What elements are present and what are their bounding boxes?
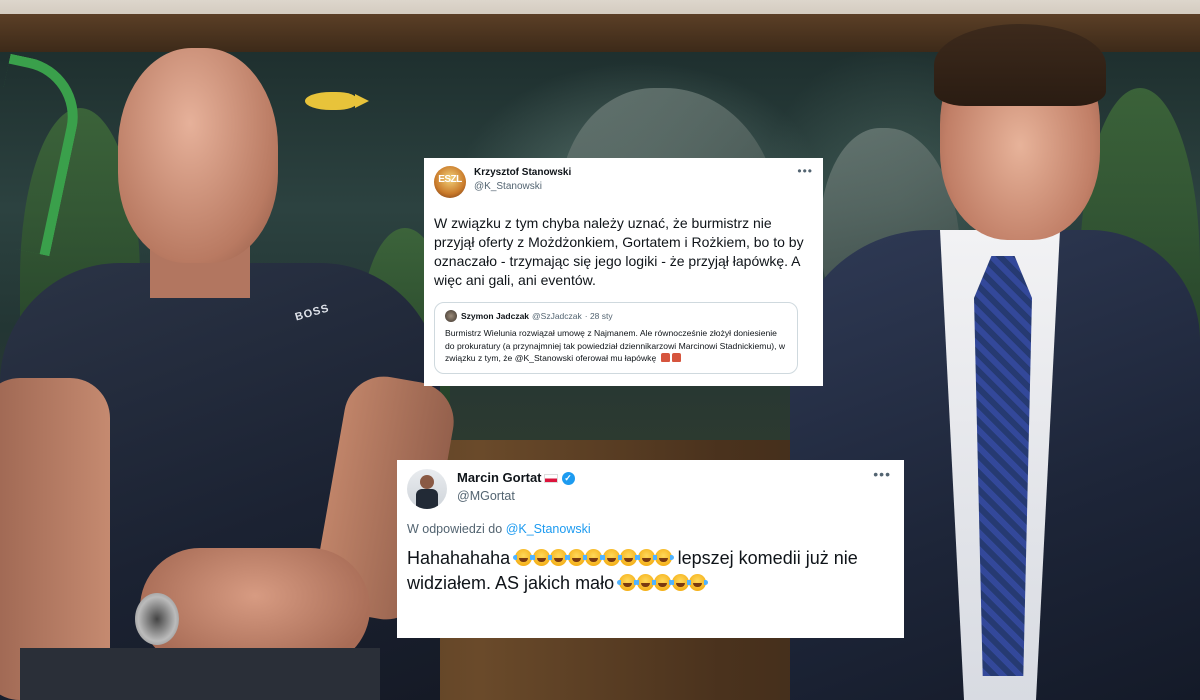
laughing-crying-emoji-icon	[652, 574, 674, 591]
quoted-tweet[interactable]: Szymon Jadczak @SzJadczak · 28 sty Burmi…	[434, 302, 798, 374]
house-emoji-icon	[671, 353, 681, 362]
laughing-crying-emoji-icon	[513, 549, 535, 566]
tie	[974, 256, 1032, 676]
quoted-author-handle: @SzJadczak	[532, 311, 582, 321]
laughing-crying-emoji-icon	[669, 574, 691, 591]
hair	[934, 24, 1106, 106]
poland-flag-icon	[543, 473, 558, 483]
quoted-text: Burmistrz Wielunia rozwiązał umowę z Naj…	[445, 328, 786, 363]
tweet-text-part: Hahahahaha	[407, 548, 511, 568]
author-name[interactable]: Marcin Gortat	[457, 469, 542, 487]
laughing-crying-emoji-icon	[687, 574, 709, 591]
laugh-emoji-group	[513, 548, 675, 568]
avatar-head	[420, 475, 434, 489]
avatar-suit	[416, 489, 438, 509]
tweet-header: ESZL Krzysztof Stanowski @K_Stanowski ••…	[434, 165, 813, 204]
laugh-emoji-group	[617, 573, 709, 593]
quoted-author-name: Szymon Jadczak	[461, 311, 530, 321]
tweet-text: W związku z tym chyba należy uznać, że b…	[434, 215, 804, 288]
laughing-crying-emoji-icon	[634, 574, 656, 591]
more-options-icon[interactable]: •••	[797, 165, 813, 177]
laughing-crying-emoji-icon	[653, 549, 675, 566]
laughing-crying-emoji-icon	[600, 549, 622, 566]
laughing-crying-emoji-icon	[583, 549, 605, 566]
author-name[interactable]: Krzysztof Stanowski	[474, 166, 571, 180]
laughing-crying-emoji-icon	[635, 549, 657, 566]
author-handle[interactable]: @K_Stanowski	[474, 180, 571, 194]
verified-badge-icon: ✓	[561, 471, 575, 485]
avatar	[445, 310, 457, 322]
reply-mention-link[interactable]: @K_Stanowski	[506, 522, 591, 536]
head	[118, 48, 278, 263]
laughing-crying-emoji-icon	[530, 549, 552, 566]
avatar[interactable]: ESZL	[434, 166, 466, 198]
avatar-text: ESZL	[438, 174, 462, 185]
reply-prefix: W odpowiedzi do	[407, 522, 503, 536]
quoted-date: · 28 sty	[584, 311, 613, 321]
laughing-crying-emoji-icon	[617, 574, 639, 591]
more-options-icon[interactable]: •••	[873, 467, 891, 481]
pants	[20, 648, 380, 700]
laughing-crying-emoji-icon	[565, 549, 587, 566]
author-handle[interactable]: @MGortat	[457, 487, 575, 505]
avatar[interactable]	[407, 469, 447, 509]
reply-context: W odpowiedzi do @K_Stanowski	[407, 522, 891, 536]
watch	[135, 593, 179, 645]
laughing-crying-emoji-icon	[548, 549, 570, 566]
house-emoji-icon	[660, 353, 670, 362]
tweet-header: Marcin Gortat ✓ @MGortat •••	[407, 467, 891, 517]
tweet-text: Hahahahaha lepszej komedii już nie widzi…	[407, 546, 887, 596]
tweet-card-stanowski[interactable]: ESZL Krzysztof Stanowski @K_Stanowski ••…	[424, 158, 823, 386]
laughing-crying-emoji-icon	[618, 549, 640, 566]
tweet-card-gortat[interactable]: Marcin Gortat ✓ @MGortat ••• W odpowiedz…	[397, 460, 904, 638]
